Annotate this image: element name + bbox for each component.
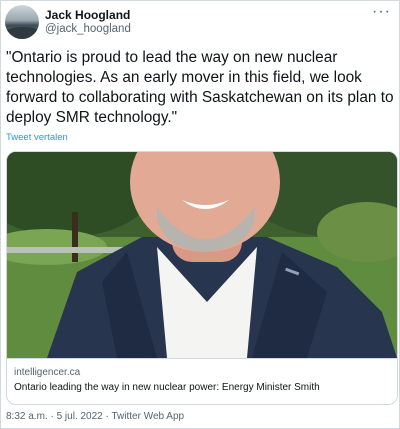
link-card-domain: intelligencer.ca — [14, 367, 81, 378]
tweet-text: "Ontario is proud to lead the way on new… — [6, 49, 394, 126]
tweet-footer: 8:32 a.m. · 5 jul. 2022 · Twitter Web Ap… — [6, 411, 184, 422]
tweet-container: Jack Hoogland @jack_hoogland ··· "Ontari… — [0, 0, 400, 429]
more-horizontal-icon[interactable]: ··· — [372, 3, 391, 21]
portrait-photo — [7, 152, 397, 358]
translate-tweet-link[interactable]: Tweet vertalen — [6, 132, 68, 143]
tweet-source: Twitter Web App — [111, 411, 185, 422]
avatar-hill-shape — [5, 27, 39, 39]
tweet-header: Jack Hoogland @jack_hoogland ··· — [1, 1, 399, 45]
author-display-name[interactable]: Jack Hoogland — [45, 8, 130, 22]
link-card-image — [7, 152, 397, 358]
link-card-meta: intelligencer.ca Ontario leading the way… — [7, 358, 397, 404]
avatar[interactable] — [5, 5, 39, 39]
link-card[interactable]: intelligencer.ca Ontario leading the way… — [6, 151, 398, 405]
tweet-time[interactable]: 8:32 a.m. — [6, 411, 48, 422]
tweet-date[interactable]: 5 jul. 2022 — [57, 411, 103, 422]
footer-separator: · — [47, 411, 57, 422]
link-card-title[interactable]: Ontario leading the way in new nuclear p… — [14, 382, 320, 393]
author-handle[interactable]: @jack_hoogland — [45, 23, 131, 35]
